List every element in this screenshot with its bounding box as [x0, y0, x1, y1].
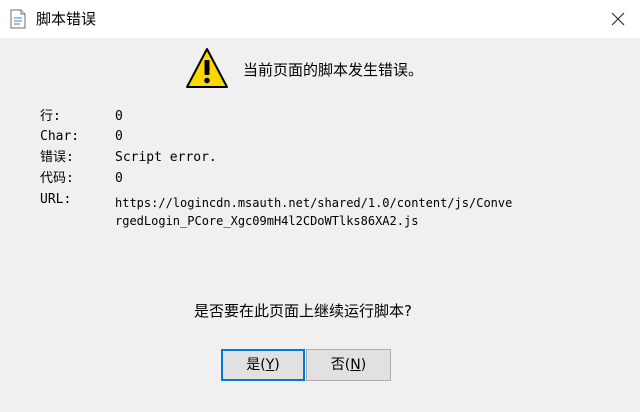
url-line-2: rgedLogin_PCore_Xgc09mH4l2CDoWTlks86XA2.…: [115, 214, 419, 228]
line-value: 0: [115, 109, 123, 124]
yes-button-key: Y: [265, 357, 275, 373]
close-icon: [611, 12, 625, 26]
code-value: 0: [115, 171, 123, 186]
error-value: Script error.: [115, 150, 217, 165]
window-title: 脚本错误: [36, 10, 97, 28]
char-value: 0: [115, 129, 123, 144]
script-error-dialog: 脚本错误 当前页面的脚本发生错误。 行: 0 Char: 0 错误: Scrip…: [0, 0, 640, 412]
continue-question: 是否要在此页面上继续运行脚本?: [194, 302, 412, 320]
title-bar: 脚本错误: [0, 0, 640, 38]
url-label: URL:: [40, 192, 72, 207]
warning-icon: [185, 47, 229, 91]
no-button-text: 否(: [330, 357, 351, 373]
error-label: 错误:: [40, 150, 74, 165]
document-icon: [9, 9, 27, 29]
line-label: 行:: [40, 109, 61, 124]
yes-button[interactable]: 是(Y): [221, 349, 305, 381]
yes-button-close: ): [274, 357, 280, 373]
no-button-close: ): [360, 357, 367, 373]
no-button-key: N: [350, 357, 361, 373]
no-button[interactable]: 否(N): [306, 349, 391, 381]
close-button[interactable]: [598, 4, 638, 34]
code-label: 代码:: [40, 171, 74, 186]
url-value: https://logincdn.msauth.net/shared/1.0/c…: [115, 194, 512, 230]
yes-button-text: 是(: [246, 357, 266, 373]
char-label: Char:: [40, 129, 80, 144]
url-line-1: https://logincdn.msauth.net/shared/1.0/c…: [115, 196, 513, 210]
error-headline: 当前页面的脚本发生错误。: [243, 61, 424, 79]
